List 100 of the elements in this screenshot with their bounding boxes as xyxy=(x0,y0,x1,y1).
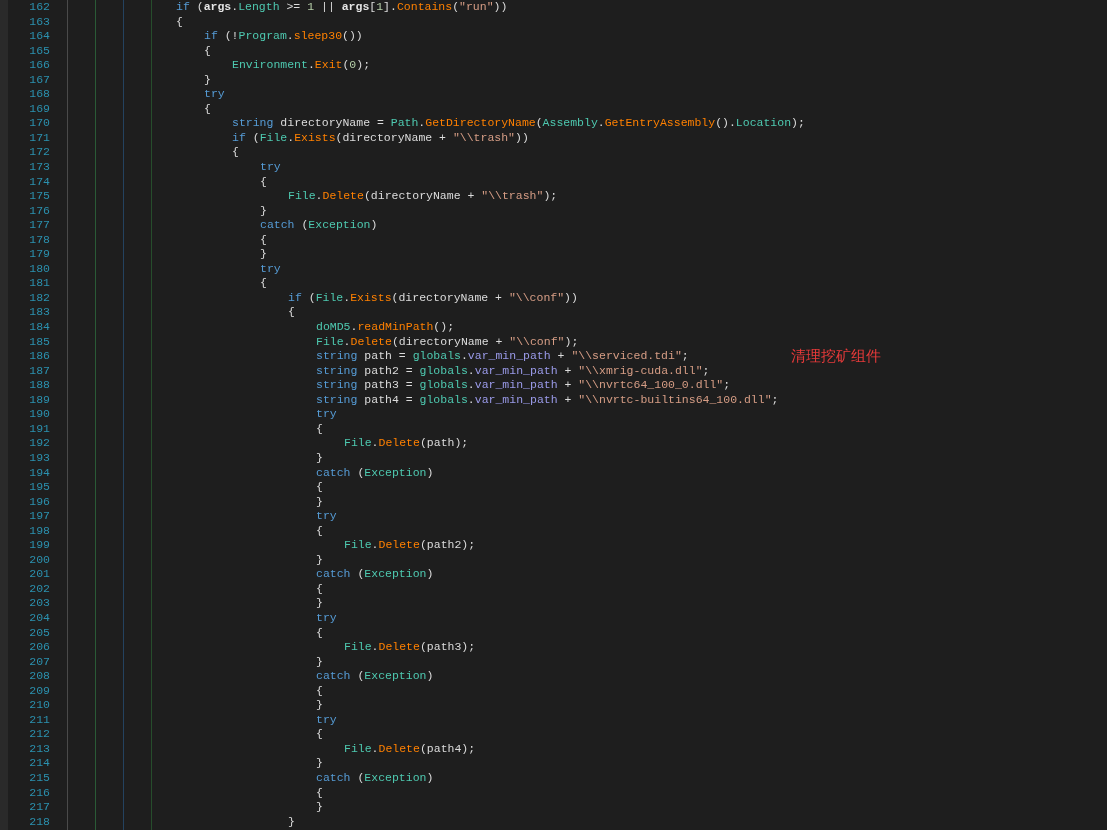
line-number: 170 xyxy=(28,116,50,131)
code-line: } xyxy=(316,800,323,815)
code-line: try xyxy=(316,407,337,422)
line-number: 177 xyxy=(28,218,50,233)
code-line: } xyxy=(316,450,323,466)
code-line: doMD5.readMinPath(); xyxy=(316,320,455,335)
code-line: } xyxy=(316,698,323,713)
code-line: string path3 = globals.var_min_path + "\\nvrtc64_100_0.dll"; xyxy=(316,378,731,393)
code-line: File.Delete(path3); xyxy=(344,640,476,655)
code-line: { xyxy=(260,174,267,190)
line-number: 197 xyxy=(28,509,50,524)
code-line: } xyxy=(316,596,323,611)
code-line: } xyxy=(260,203,267,219)
line-number: 211 xyxy=(28,712,50,728)
code-line: File.Delete(directoryName + "\\conf"); xyxy=(316,334,579,350)
code-line: try xyxy=(204,87,225,102)
code-line: if (File.Exists(directoryName + "\\trash")) xyxy=(232,130,529,146)
code-line: if (args.Length >= 1 || args[1].Contains("run")) xyxy=(176,0,508,15)
code-line: catch (Exception) xyxy=(316,567,434,582)
line-number: 167 xyxy=(28,72,50,88)
line-number: 212 xyxy=(28,727,50,742)
code-line: { xyxy=(204,43,211,59)
line-number: 175 xyxy=(28,189,50,204)
code-line: } xyxy=(316,494,323,510)
line-number: 209 xyxy=(28,683,50,699)
code-line: catch (Exception) xyxy=(316,465,434,481)
line-number: 183 xyxy=(28,305,50,321)
code-line: File.Delete(path); xyxy=(344,436,469,451)
line-number: 174 xyxy=(28,174,50,190)
code-line: catch (Exception) xyxy=(316,771,434,786)
line-number: 164 xyxy=(28,29,50,44)
code-line: File.Delete(directoryName + "\\trash"); xyxy=(288,189,558,204)
annotation-text: 清理挖矿组件 xyxy=(790,349,881,364)
code-line: } xyxy=(316,552,323,568)
line-number: 169 xyxy=(28,101,50,117)
line-number: 195 xyxy=(28,480,50,495)
code-line: File.Delete(path2); xyxy=(344,538,476,553)
code-line: string path4 = globals.var_min_path + "\\nvrtc-builtins64_100.dll"; xyxy=(316,392,779,408)
code-line: try xyxy=(316,712,337,728)
line-number: 181 xyxy=(28,276,50,291)
code-line: catch (Exception) xyxy=(260,218,378,233)
code-line: { xyxy=(260,232,267,248)
code-line: } xyxy=(204,72,211,88)
code-line: { xyxy=(204,101,211,117)
line-number: 166 xyxy=(28,58,50,73)
line-number: 205 xyxy=(28,625,50,641)
line-number: 173 xyxy=(28,160,50,175)
line-number: 186 xyxy=(28,349,50,364)
code-line: try xyxy=(260,261,281,277)
code-line: if (File.Exists(directoryName + "\\conf")) xyxy=(288,290,578,306)
line-number: 200 xyxy=(28,552,50,568)
line-number: 185 xyxy=(28,334,50,350)
line-number: 179 xyxy=(28,247,50,262)
code-line: { xyxy=(316,785,323,801)
code-line: { xyxy=(232,145,239,160)
line-number: 194 xyxy=(28,465,50,481)
line-number: 187 xyxy=(28,363,50,379)
code-line: { xyxy=(316,625,323,641)
line-number: 176 xyxy=(28,203,50,219)
line-number: 201 xyxy=(28,567,50,582)
line-number: 172 xyxy=(28,145,50,160)
line-number: 207 xyxy=(28,654,50,670)
line-number: 191 xyxy=(28,421,50,437)
line-number: 192 xyxy=(28,436,50,451)
line-number: 199 xyxy=(28,538,50,553)
code-line: if (!Program.sleep30()) xyxy=(204,29,363,44)
code-line: { xyxy=(260,276,267,291)
line-number: 217 xyxy=(28,800,50,815)
line-number: 218 xyxy=(28,814,50,830)
code-line: { xyxy=(316,523,323,539)
line-number: 210 xyxy=(28,698,50,713)
code-line: { xyxy=(288,305,295,321)
line-number: 189 xyxy=(28,392,50,408)
line-number: 198 xyxy=(28,523,50,539)
line-number: 216 xyxy=(28,785,50,801)
code-line: string path = globals.var_min_path + "\\serviced.tdi"; xyxy=(316,349,689,364)
line-number: 203 xyxy=(28,596,50,611)
code-line: string directoryName = Path.GetDirectoryName(Assembly.GetEntryAssembly().Location); xyxy=(232,116,805,131)
code-line: { xyxy=(316,421,323,437)
line-number: 208 xyxy=(28,669,50,684)
line-number: 180 xyxy=(28,261,50,277)
line-number: 204 xyxy=(28,610,50,626)
line-number: 202 xyxy=(28,581,50,597)
line-number: 214 xyxy=(28,756,50,771)
code-line: { xyxy=(316,683,323,699)
code-line: } xyxy=(288,814,295,830)
line-number: 168 xyxy=(28,87,50,102)
code-line: try xyxy=(260,160,281,175)
line-number: 196 xyxy=(28,494,50,510)
line-number: 171 xyxy=(28,130,50,146)
line-number: 188 xyxy=(28,378,50,393)
code-line: { xyxy=(316,727,323,742)
line-number: 162 xyxy=(28,0,50,15)
line-number: 163 xyxy=(28,14,50,30)
line-number: 215 xyxy=(28,771,50,786)
line-number: 190 xyxy=(28,407,50,422)
line-number: 178 xyxy=(28,232,50,248)
line-number: 193 xyxy=(28,450,50,466)
line-number: 165 xyxy=(28,43,50,59)
code-line: File.Delete(path4); xyxy=(344,741,476,757)
